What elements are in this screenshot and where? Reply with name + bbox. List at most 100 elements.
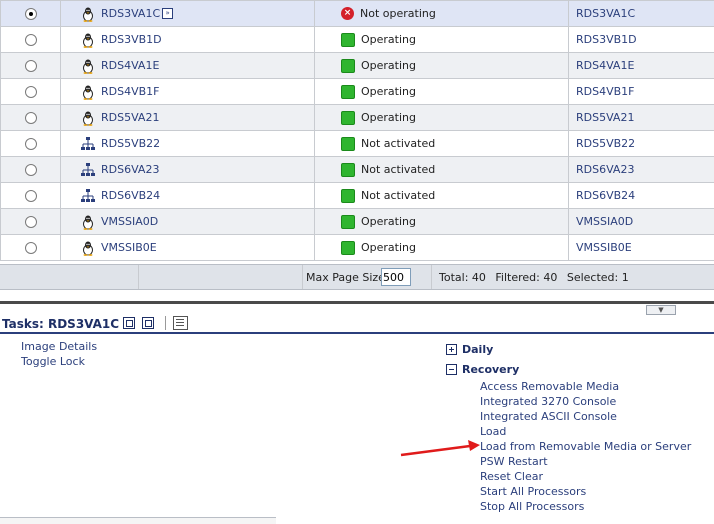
toggle-lock-link[interactable]: Toggle Lock — [21, 355, 85, 368]
table-row[interactable]: RDS5VA21 Operating RDS5VA21 — [1, 105, 714, 131]
ok-status-icon — [341, 33, 355, 47]
collapse-all-icon[interactable] — [142, 317, 154, 329]
name-cell: RDS4VA1E — [61, 53, 315, 79]
row-select-radio[interactable] — [25, 112, 37, 124]
ok-status-icon — [341, 85, 355, 99]
ok-status-icon — [341, 215, 355, 229]
host-cell: VMSSIA0D — [569, 209, 714, 235]
status-cell: Operating — [315, 235, 569, 261]
system-name-link[interactable]: RDS5VB22 — [101, 137, 160, 150]
context-menu-icon[interactable]: » — [162, 8, 173, 19]
recovery-task-link[interactable]: PSW Restart — [480, 455, 548, 468]
recovery-task-link[interactable]: Start All Processors — [480, 485, 586, 498]
host-cell: VMSSIB0E — [569, 235, 714, 261]
total-count: Total: 40 — [439, 271, 486, 284]
select-cell — [1, 1, 61, 27]
row-select-radio[interactable] — [25, 60, 37, 72]
table-row[interactable]: RDS3VA1C»×Not operatingRDS3VA1C — [1, 1, 714, 27]
status-cell: Not activated — [315, 183, 569, 209]
host-cell: RDS4VB1F — [569, 79, 714, 105]
annotation-arrow-head — [468, 440, 480, 451]
status-text: Operating — [361, 85, 416, 98]
footer-cell — [0, 265, 139, 289]
system-name-link[interactable]: RDS3VA1C — [101, 7, 160, 20]
collapse-icon[interactable] — [446, 364, 457, 375]
status-text: Not activated — [361, 163, 435, 176]
status-text: Operating — [361, 241, 416, 254]
recovery-task-link[interactable]: Access Removable Media — [480, 380, 619, 393]
host-cell: RDS5VB22 — [569, 131, 714, 157]
system-name-link[interactable]: VMSSIA0D — [101, 215, 158, 228]
select-cell — [1, 183, 61, 209]
row-select-radio[interactable] — [25, 216, 37, 228]
system-name-link[interactable]: RDS4VA1E — [101, 59, 159, 72]
daily-group[interactable]: Daily — [446, 343, 493, 356]
name-cell: RDS6VB24 — [61, 183, 315, 209]
status-text: Operating — [361, 33, 416, 46]
system-name-link[interactable]: VMSSIB0E — [101, 241, 157, 254]
status-text: Not activated — [361, 189, 435, 202]
host-name: VMSSIA0D — [569, 215, 633, 228]
recovery-task-link[interactable]: Load — [480, 425, 506, 438]
recovery-task-link[interactable]: Stop All Processors — [480, 500, 584, 513]
status-cell: Operating — [315, 53, 569, 79]
status-text: Operating — [361, 111, 416, 124]
table-row[interactable]: VMSSIB0E Operating VMSSIB0E — [1, 235, 714, 261]
expand-icon[interactable] — [446, 344, 457, 355]
status-cell: Operating — [315, 105, 569, 131]
ok-status-icon — [341, 59, 355, 73]
name-cell: RDS3VB1D — [61, 27, 315, 53]
recovery-task-link[interactable]: Integrated 3270 Console — [480, 395, 616, 408]
image-details-link[interactable]: Image Details — [21, 340, 97, 353]
table-footer: Max Page Size: Total: 40 Filtered: 40 Se… — [0, 264, 714, 290]
recovery-group[interactable]: Recovery — [446, 363, 519, 376]
row-select-radio[interactable] — [25, 86, 37, 98]
host-name: RDS4VA1E — [569, 59, 634, 72]
host-name: RDS6VA23 — [569, 163, 634, 176]
name-cell: RDS6VA23 — [61, 157, 315, 183]
recovery-task-link[interactable]: Reset Clear — [480, 470, 543, 483]
host-cell: RDS3VB1D — [569, 27, 714, 53]
table-row[interactable]: RDS4VA1EOperatingRDS4VA1E — [1, 53, 714, 79]
collapse-handle[interactable]: ▼ — [646, 305, 676, 315]
table-row[interactable]: RDS5VB22Not activatedRDS5VB22 — [1, 131, 714, 157]
linux-penguin-icon — [80, 240, 96, 256]
daily-label: Daily — [462, 343, 493, 356]
table-row[interactable]: RDS6VA23 Not activated RDS6VA23 — [1, 157, 714, 183]
select-cell — [1, 131, 61, 157]
pane-divider[interactable] — [0, 301, 714, 304]
row-select-radio[interactable] — [25, 8, 37, 20]
page-size-input[interactable] — [381, 268, 411, 286]
toolbar-separator — [165, 316, 166, 330]
tasks-header-rule — [0, 332, 714, 334]
row-select-radio[interactable] — [25, 242, 37, 254]
row-select-radio[interactable] — [25, 164, 37, 176]
status-cell: Operating — [315, 27, 569, 53]
table-row[interactable]: RDS4VB1F Operating RDS4VB1F — [1, 79, 714, 105]
network-tree-icon — [80, 136, 96, 152]
table-row[interactable]: RDS3VB1D Operating RDS3VB1D — [1, 27, 714, 53]
row-select-radio[interactable] — [25, 138, 37, 150]
error-status-icon: × — [341, 7, 354, 20]
row-select-radio[interactable] — [25, 34, 37, 46]
system-name-link[interactable]: RDS6VA23 — [101, 163, 159, 176]
recovery-task-link[interactable]: Load from Removable Media or Server — [480, 440, 691, 453]
system-name-link[interactable]: RDS6VB24 — [101, 189, 160, 202]
host-name: RDS5VA21 — [569, 111, 634, 124]
row-select-radio[interactable] — [25, 190, 37, 202]
table-row[interactable]: RDS6VB24Not activatedRDS6VB24 — [1, 183, 714, 209]
linux-penguin-icon — [80, 214, 96, 230]
expand-all-icon[interactable] — [123, 317, 135, 329]
table-row[interactable]: VMSSIA0D Operating VMSSIA0D — [1, 209, 714, 235]
status-text: Not operating — [360, 7, 436, 20]
recovery-task-link[interactable]: Integrated ASCII Console — [480, 410, 617, 423]
table-stats: Total: 40 Filtered: 40 Selected: 1 — [439, 271, 635, 284]
system-name-link[interactable]: RDS3VB1D — [101, 33, 162, 46]
task-list-view-icon[interactable] — [173, 316, 188, 330]
ok-status-icon — [341, 241, 355, 255]
ok-status-icon — [341, 137, 355, 151]
linux-penguin-icon — [80, 32, 96, 48]
system-name-link[interactable]: RDS5VA21 — [101, 111, 159, 124]
status-text: Operating — [361, 215, 416, 228]
system-name-link[interactable]: RDS4VB1F — [101, 85, 160, 98]
